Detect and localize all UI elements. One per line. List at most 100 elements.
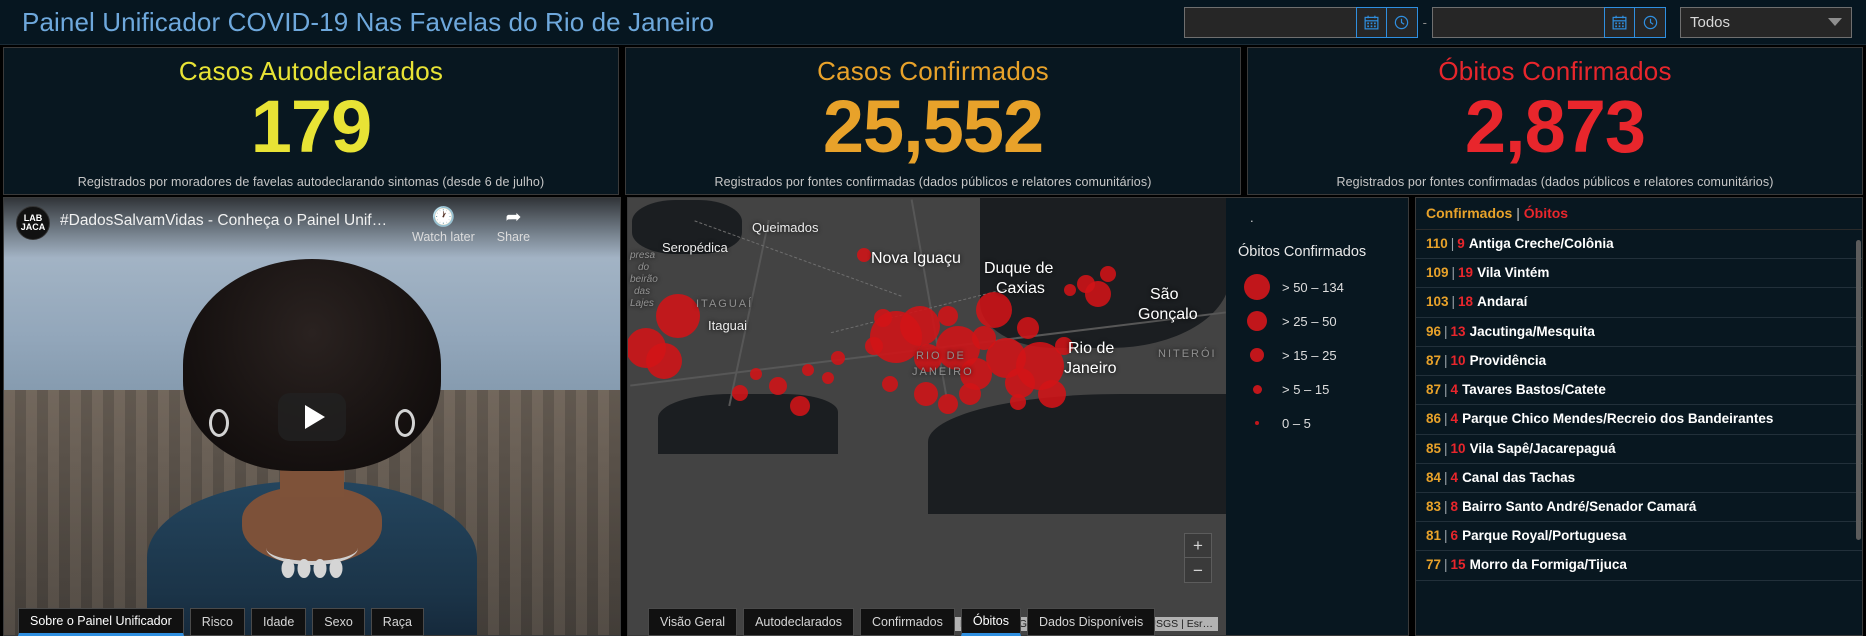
ranking-location-name: Tavares Bastos/Catete xyxy=(1458,382,1606,397)
ranking-confirmados: 103 xyxy=(1426,294,1449,309)
calendar-icon[interactable] xyxy=(1604,7,1635,38)
map-bubble[interactable] xyxy=(914,382,938,406)
tabbar-center: Visão GeralAutodeclaradosConfirmadosÓbit… xyxy=(630,608,1412,636)
ranking-location-name: Parque Chico Mendes/Recreio dos Bandeira… xyxy=(1458,411,1773,426)
tab-ra-a[interactable]: Raça xyxy=(371,608,424,636)
legend-bubble-wrap xyxy=(1236,311,1278,331)
video-panel: LAB JACA #DadosSalvamVidas - Conheça o P… xyxy=(3,197,621,636)
map-bubble[interactable] xyxy=(1064,284,1076,296)
legend-bubble xyxy=(1255,421,1259,425)
date-range-start[interactable] xyxy=(1184,7,1418,38)
kpi-title: Casos Confirmados xyxy=(817,56,1049,87)
ranking-row[interactable]: 84|4Canal das Tachas xyxy=(1416,464,1862,493)
watch-later-button[interactable]: 🕐 Watch later xyxy=(412,208,475,244)
ranking-header-separator: | xyxy=(1512,205,1523,221)
map-bubble[interactable] xyxy=(938,306,958,326)
map-water-coast xyxy=(658,394,838,454)
ranking-row[interactable]: 87|10Providência xyxy=(1416,347,1862,376)
ranking-row[interactable]: 103|18Andaraí xyxy=(1416,288,1862,317)
tab-sexo[interactable]: Sexo xyxy=(312,608,365,636)
legend-bubble xyxy=(1250,348,1264,362)
legend-title: Óbitos Confirmados xyxy=(1238,244,1408,260)
ranking-row[interactable]: 109|19Vila Vintém xyxy=(1416,259,1862,288)
ranking-obitos: 4 xyxy=(1451,411,1459,426)
video-title[interactable]: #DadosSalvamVidas - Conheça o Painel Uni… xyxy=(60,212,390,230)
map-bubble[interactable] xyxy=(1055,337,1073,355)
legend-row: > 50 – 134 xyxy=(1236,270,1408,304)
calendar-icon[interactable] xyxy=(1356,7,1387,38)
map-bubble[interactable] xyxy=(938,394,958,414)
map-zoom-controls[interactable]: + − xyxy=(1184,533,1212,583)
ranking-row[interactable]: 87|4Tavares Bastos/Catete xyxy=(1416,376,1862,405)
tab-sobre-o-painel-unificador[interactable]: Sobre o Painel Unificador xyxy=(18,608,184,636)
map-bubble[interactable] xyxy=(1017,317,1039,339)
ranking-list[interactable]: 110|9Antiga Creche/Colônia109|19Vila Vin… xyxy=(1416,230,1862,635)
play-icon[interactable] xyxy=(278,393,346,441)
ranking-header: Confirmados | Óbitos xyxy=(1416,198,1862,230)
ranking-header-obitos: Óbitos xyxy=(1524,205,1568,221)
ranking-row[interactable]: 96|13Jacutinga/Mesquita xyxy=(1416,318,1862,347)
video-subject xyxy=(147,259,477,635)
region-filter-dropdown[interactable]: Todos xyxy=(1680,7,1852,38)
legend-label: 0 – 5 xyxy=(1282,416,1311,431)
ranking-row[interactable]: 81|6Parque Royal/Portuguesa xyxy=(1416,522,1862,551)
kpi-card-obitos: Óbitos Confirmados 2,873 Registrados por… xyxy=(1247,47,1863,195)
map-bubble[interactable] xyxy=(882,376,898,392)
tab-vis-o-geral[interactable]: Visão Geral xyxy=(648,608,737,636)
tab-confirmados[interactable]: Confirmados xyxy=(860,608,955,636)
ranking-confirmados: 83 xyxy=(1426,499,1441,514)
youtube-player[interactable]: LAB JACA #DadosSalvamVidas - Conheça o P… xyxy=(4,198,620,635)
map-bubble[interactable] xyxy=(790,396,810,416)
map-bubble[interactable] xyxy=(831,351,845,365)
zoom-out-button[interactable]: − xyxy=(1185,558,1211,582)
tab-risco[interactable]: Risco xyxy=(190,608,245,636)
map-bubble[interactable] xyxy=(732,385,748,401)
ranking-location-name: Vila Sapê/Jacarepaguá xyxy=(1466,441,1616,456)
map-bubble[interactable] xyxy=(865,337,883,355)
clock-icon[interactable] xyxy=(1635,7,1666,38)
ranking-scrollbar[interactable] xyxy=(1856,240,1861,540)
ranking-row[interactable]: 86|4Parque Chico Mendes/Recreio dos Band… xyxy=(1416,405,1862,434)
map-bubble[interactable] xyxy=(959,383,981,405)
range-separator: - xyxy=(1418,15,1432,30)
date-end-input[interactable] xyxy=(1432,7,1604,38)
map-bubble[interactable] xyxy=(1100,266,1116,282)
app-header: Painel Unificador COVID-19 Nas Favelas d… xyxy=(0,0,1866,45)
ranking-row[interactable]: 83|8Bairro Santo André/Senador Camará xyxy=(1416,493,1862,522)
tab-dados-dispon-veis[interactable]: Dados Disponíveis xyxy=(1027,608,1155,636)
map-panel: QueimadosSeropédicaNova IguaçuDuque deCa… xyxy=(627,197,1409,636)
kpi-title: Óbitos Confirmados xyxy=(1438,56,1671,87)
map-bubble[interactable] xyxy=(857,248,871,262)
tab-autodeclarados[interactable]: Autodeclarados xyxy=(743,608,854,636)
ranking-row[interactable]: 110|9Antiga Creche/Colônia xyxy=(1416,230,1862,259)
ranking-obitos: 4 xyxy=(1451,470,1459,485)
map-bubble[interactable] xyxy=(646,343,682,379)
map-bubble[interactable] xyxy=(769,377,787,395)
map-bubble[interactable] xyxy=(822,372,834,384)
map-canvas[interactable]: QueimadosSeropédicaNova IguaçuDuque deCa… xyxy=(628,198,1408,635)
map-bubble[interactable] xyxy=(976,292,1012,328)
ranking-row[interactable]: 85|10Vila Sapê/Jacarepaguá xyxy=(1416,435,1862,464)
map-bubble[interactable] xyxy=(1085,281,1111,307)
map-bubble[interactable] xyxy=(900,306,940,346)
map-legend: . Óbitos Confirmados > 50 – 134> 25 – 50… xyxy=(1226,198,1408,635)
ranking-row[interactable]: 77|15Morro da Formiga/Tijuca xyxy=(1416,551,1862,580)
date-start-input[interactable] xyxy=(1184,7,1356,38)
zoom-in-button[interactable]: + xyxy=(1185,534,1211,558)
tab-label: Idade xyxy=(263,615,294,629)
map-bubble[interactable] xyxy=(1010,394,1026,410)
tab-idade[interactable]: Idade xyxy=(251,608,306,636)
kpi-note: Registrados por fontes confirmadas (dado… xyxy=(626,175,1240,189)
map-bubble[interactable] xyxy=(1038,380,1066,408)
map-bubble[interactable] xyxy=(750,368,762,380)
ranking-separator: | xyxy=(1441,557,1451,572)
share-button[interactable]: ➦ Share xyxy=(497,208,530,244)
map-bubble[interactable] xyxy=(802,364,814,376)
clock-icon[interactable] xyxy=(1387,7,1418,38)
date-range-end[interactable] xyxy=(1432,7,1666,38)
map-bubble[interactable] xyxy=(656,294,700,338)
tab-label: Risco xyxy=(202,615,233,629)
chevron-down-icon xyxy=(1828,18,1842,26)
tab-bitos[interactable]: Óbitos xyxy=(961,608,1021,636)
channel-avatar[interactable]: LAB JACA xyxy=(16,206,50,240)
